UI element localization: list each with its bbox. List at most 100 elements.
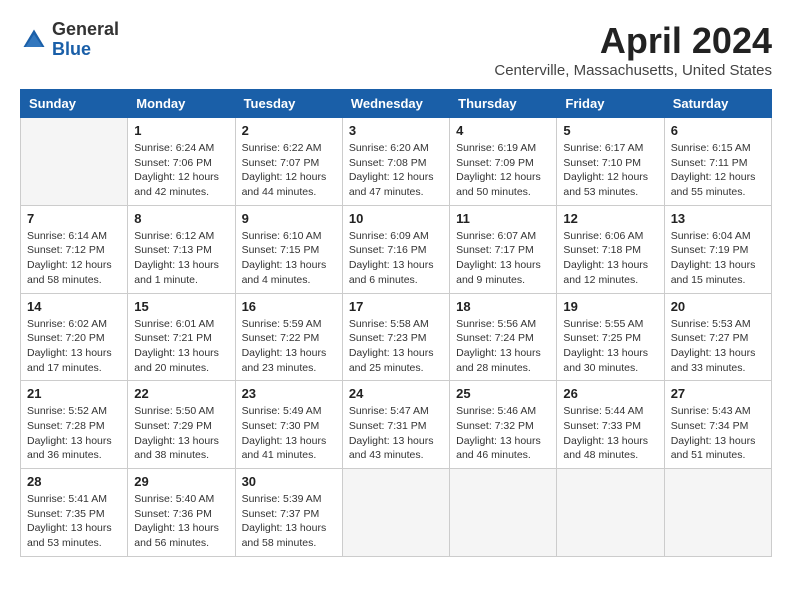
- logo-icon: [20, 26, 48, 54]
- table-row: [557, 469, 664, 557]
- day-info: Sunrise: 6:09 AMSunset: 7:16 PMDaylight:…: [349, 229, 443, 288]
- day-number: 11: [456, 211, 550, 226]
- table-row: 23Sunrise: 5:49 AMSunset: 7:30 PMDayligh…: [235, 381, 342, 469]
- day-info: Sunrise: 6:14 AMSunset: 7:12 PMDaylight:…: [27, 229, 121, 288]
- table-row: 29Sunrise: 5:40 AMSunset: 7:36 PMDayligh…: [128, 469, 235, 557]
- day-number: 19: [563, 299, 657, 314]
- day-number: 14: [27, 299, 121, 314]
- day-number: 20: [671, 299, 765, 314]
- table-row: [21, 118, 128, 206]
- table-row: 9Sunrise: 6:10 AMSunset: 7:15 PMDaylight…: [235, 205, 342, 293]
- day-number: 21: [27, 386, 121, 401]
- table-row: 24 Sunrise: 5:47 AMSunset: 7:31 PMDayligh…: [342, 381, 449, 469]
- day-number: 8: [134, 211, 228, 226]
- day-info: Sunrise: 5:43 AMSunset: 7:34 PMDaylight:…: [671, 404, 765, 463]
- title-block: April 2024 Centerville, Massachusetts, U…: [494, 20, 772, 79]
- day-info: Sunrise: 6:22 AMSunset: 7:07 PMDaylight:…: [242, 141, 336, 200]
- col-monday: Monday: [128, 90, 235, 118]
- col-tuesday: Tuesday: [235, 90, 342, 118]
- day-number: 2: [242, 123, 336, 138]
- day-info: Sunrise: 5:39 AMSunset: 7:37 PMDaylight:…: [242, 492, 336, 551]
- day-number: 17: [349, 299, 443, 314]
- month-year-title: April 2024: [494, 20, 772, 62]
- day-number: 5: [563, 123, 657, 138]
- day-info: Sunrise: 5:49 AMSunset: 7:30 PMDaylight:…: [242, 404, 336, 463]
- day-number: 3: [349, 123, 443, 138]
- day-number: 10: [349, 211, 443, 226]
- day-number: 25: [456, 386, 550, 401]
- table-row: 17 Sunrise: 5:58 AMSunset: 7:23 PMDayligh…: [342, 293, 449, 381]
- day-info: Sunrise: 6:07 AMSunset: 7:17 PMDaylight:…: [456, 229, 550, 288]
- day-info: Sunrise: 5:47 AMSunset: 7:31 PMDaylight:…: [349, 404, 443, 463]
- table-row: 10 Sunrise: 6:09 AMSunset: 7:16 PMDayligh…: [342, 205, 449, 293]
- table-row: 3Sunrise: 6:20 AMSunset: 7:08 PMDaylight…: [342, 118, 449, 206]
- table-row: 13 Sunrise: 6:04 AMSunset: 7:19 PMDayligh…: [664, 205, 771, 293]
- table-row: 28Sunrise: 5:41 AMSunset: 7:35 PMDayligh…: [21, 469, 128, 557]
- day-number: 27: [671, 386, 765, 401]
- day-number: 13: [671, 211, 765, 226]
- day-number: 7: [27, 211, 121, 226]
- table-row: 7 Sunrise: 6:14 AMSunset: 7:12 PMDaylight…: [21, 205, 128, 293]
- day-info: Sunrise: 5:59 AMSunset: 7:22 PMDaylight:…: [242, 317, 336, 376]
- table-row: 20 Sunrise: 5:53 AMSunset: 7:27 PMDayligh…: [664, 293, 771, 381]
- page-header: General Blue April 2024 Centerville, Mas…: [20, 20, 772, 79]
- day-info: Sunrise: 5:46 AMSunset: 7:32 PMDaylight:…: [456, 404, 550, 463]
- day-info: Sunrise: 5:56 AMSunset: 7:24 PMDaylight:…: [456, 317, 550, 376]
- table-row: 6 Sunrise: 6:15 AMSunset: 7:11 PMDaylight…: [664, 118, 771, 206]
- day-number: 16: [242, 299, 336, 314]
- day-info: Sunrise: 6:06 AMSunset: 7:18 PMDaylight:…: [563, 229, 657, 288]
- day-number: 26: [563, 386, 657, 401]
- table-row: [342, 469, 449, 557]
- table-row: 16 Sunrise: 5:59 AMSunset: 7:22 PMDayligh…: [235, 293, 342, 381]
- table-row: 2 Sunrise: 6:22 AMSunset: 7:07 PMDaylight…: [235, 118, 342, 206]
- day-info: Sunrise: 5:50 AMSunset: 7:29 PMDaylight:…: [134, 404, 228, 463]
- location-subtitle: Centerville, Massachusetts, United State…: [494, 62, 772, 79]
- col-wednesday: Wednesday: [342, 90, 449, 118]
- day-number: 1: [134, 123, 228, 138]
- table-row: 25 Sunrise: 5:46 AMSunset: 7:32 PMDayligh…: [450, 381, 557, 469]
- logo-general-text: General: [52, 20, 119, 40]
- table-row: [664, 469, 771, 557]
- table-row: 1 Sunrise: 6:24 AMSunset: 7:06 PMDaylight…: [128, 118, 235, 206]
- day-number: 6: [671, 123, 765, 138]
- table-row: 30 Sunrise: 5:39 AMSunset: 7:37 PMDayligh…: [235, 469, 342, 557]
- table-row: 27 Sunrise: 5:43 AMSunset: 7:34 PMDayligh…: [664, 381, 771, 469]
- table-row: 11 Sunrise: 6:07 AMSunset: 7:17 PMDayligh…: [450, 205, 557, 293]
- day-info: Sunrise: 6:15 AMSunset: 7:11 PMDaylight:…: [671, 141, 765, 200]
- day-info: Sunrise: 5:53 AMSunset: 7:27 PMDaylight:…: [671, 317, 765, 376]
- calendar-week-row: 28Sunrise: 5:41 AMSunset: 7:35 PMDayligh…: [21, 469, 772, 557]
- day-number: 12: [563, 211, 657, 226]
- day-info: Sunrise: 6:02 AMSunset: 7:20 PMDaylight:…: [27, 317, 121, 376]
- calendar-week-row: 1 Sunrise: 6:24 AMSunset: 7:06 PMDaylight…: [21, 118, 772, 206]
- day-number: 22: [134, 386, 228, 401]
- table-row: 22 Sunrise: 5:50 AMSunset: 7:29 PMDayligh…: [128, 381, 235, 469]
- day-info: Sunrise: 5:41 AMSunset: 7:35 PMDaylight:…: [27, 492, 121, 551]
- day-number: 24: [349, 386, 443, 401]
- day-info: Sunrise: 6:01 AMSunset: 7:21 PMDaylight:…: [134, 317, 228, 376]
- table-row: 15 Sunrise: 6:01 AMSunset: 7:21 PMDayligh…: [128, 293, 235, 381]
- table-row: 8 Sunrise: 6:12 AMSunset: 7:13 PMDaylight…: [128, 205, 235, 293]
- day-info: Sunrise: 6:24 AMSunset: 7:06 PMDaylight:…: [134, 141, 228, 200]
- logo: General Blue: [20, 20, 119, 60]
- day-info: Sunrise: 6:17 AMSunset: 7:10 PMDaylight:…: [563, 141, 657, 200]
- day-number: 15: [134, 299, 228, 314]
- calendar-table: Sunday Monday Tuesday Wednesday Thursday…: [20, 89, 772, 557]
- day-number: 30: [242, 474, 336, 489]
- day-number: 4: [456, 123, 550, 138]
- day-info: Sunrise: 5:55 AMSunset: 7:25 PMDaylight:…: [563, 317, 657, 376]
- day-info: Sunrise: 5:58 AMSunset: 7:23 PMDaylight:…: [349, 317, 443, 376]
- table-row: 19 Sunrise: 5:55 AMSunset: 7:25 PMDayligh…: [557, 293, 664, 381]
- day-info: Sunrise: 6:12 AMSunset: 7:13 PMDaylight:…: [134, 229, 228, 288]
- day-info: Sunrise: 6:04 AMSunset: 7:19 PMDaylight:…: [671, 229, 765, 288]
- day-info: Sunrise: 6:19 AMSunset: 7:09 PMDaylight:…: [456, 141, 550, 200]
- day-info: Sunrise: 5:44 AMSunset: 7:33 PMDaylight:…: [563, 404, 657, 463]
- table-row: 4 Sunrise: 6:19 AMSunset: 7:09 PMDaylight…: [450, 118, 557, 206]
- col-sunday: Sunday: [21, 90, 128, 118]
- calendar-week-row: 7 Sunrise: 6:14 AMSunset: 7:12 PMDaylight…: [21, 205, 772, 293]
- logo-blue-text: Blue: [52, 40, 119, 60]
- day-number: 9: [242, 211, 336, 226]
- table-row: 26 Sunrise: 5:44 AMSunset: 7:33 PMDayligh…: [557, 381, 664, 469]
- table-row: [450, 469, 557, 557]
- table-row: 5 Sunrise: 6:17 AMSunset: 7:10 PMDaylight…: [557, 118, 664, 206]
- col-saturday: Saturday: [664, 90, 771, 118]
